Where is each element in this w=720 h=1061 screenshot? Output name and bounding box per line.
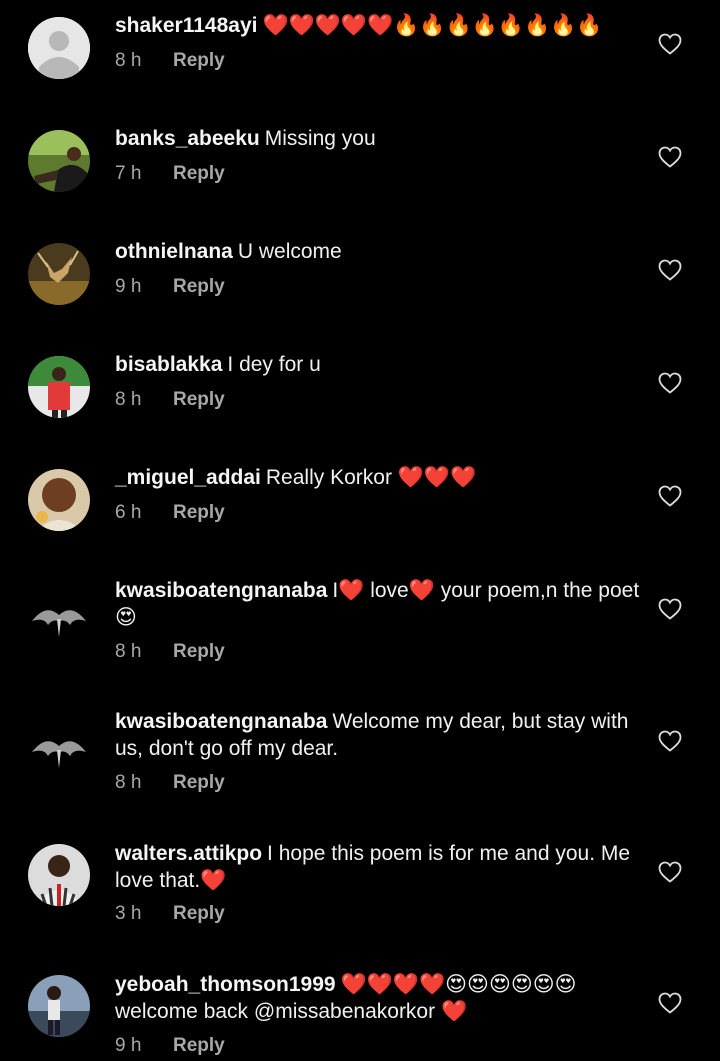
comment-time: 9 h xyxy=(115,1035,142,1056)
avatar[interactable] xyxy=(28,581,90,643)
user-photo-icon xyxy=(28,243,90,305)
comment-meta: 6 h Reply xyxy=(115,501,225,525)
comment-username[interactable]: kwasiboatengnanaba xyxy=(115,579,327,602)
comment-text-block: bisablakka I dey for u xyxy=(115,351,640,378)
comment-username[interactable]: bisablakka xyxy=(115,353,222,376)
avatar[interactable] xyxy=(28,356,90,418)
avatar[interactable] xyxy=(28,844,90,906)
comment-text-block: banks_abeeku Missing you xyxy=(115,125,640,152)
reply-button[interactable]: Reply xyxy=(173,50,225,71)
reply-button[interactable]: Reply xyxy=(173,772,225,793)
comment-username[interactable]: shaker1148ayi xyxy=(115,14,257,37)
comment-username[interactable]: walters.attikpo xyxy=(115,842,262,865)
avatar[interactable] xyxy=(28,712,90,774)
heart-outline-icon xyxy=(658,485,682,507)
default-avatar-icon xyxy=(28,17,90,79)
comment-meta: 8 h Reply xyxy=(115,388,225,412)
comment-time: 9 h xyxy=(115,276,142,297)
comment-text: I dey for u xyxy=(227,353,321,376)
reply-button[interactable]: Reply xyxy=(173,641,225,662)
angel-wings-icon xyxy=(28,581,90,643)
heart-outline-icon xyxy=(658,146,682,168)
like-button[interactable] xyxy=(658,730,684,754)
avatar[interactable] xyxy=(28,17,90,79)
like-button[interactable] xyxy=(658,598,684,622)
comment-username[interactable]: kwasiboatengnanaba xyxy=(115,710,327,733)
comment-time: 3 h xyxy=(115,903,142,924)
comment-time: 8 h xyxy=(115,389,142,410)
comment-text-block: yeboah_thomson1999 ❤️❤️❤️❤️😍😍😍😍😍😍 welcome… xyxy=(115,971,640,1025)
user-photo-icon xyxy=(28,469,90,531)
comment-text: Missing you xyxy=(264,127,376,150)
comment-text-block: othnielnana U welcome xyxy=(115,238,640,265)
avatar[interactable] xyxy=(28,130,90,192)
comment-meta: 8 h Reply xyxy=(115,640,225,664)
heart-outline-icon xyxy=(658,259,682,281)
comment-meta: 3 h Reply xyxy=(115,902,225,926)
like-button[interactable] xyxy=(658,146,684,170)
angel-wings-icon xyxy=(28,712,90,774)
comment-meta: 7 h Reply xyxy=(115,162,225,186)
comment-time: 7 h xyxy=(115,163,142,184)
comment-username[interactable]: banks_abeeku xyxy=(115,127,260,150)
heart-outline-icon xyxy=(658,372,682,394)
heart-outline-icon xyxy=(658,598,682,620)
avatar[interactable] xyxy=(28,469,90,531)
comment-time: 6 h xyxy=(115,502,142,523)
comment-text-block: kwasiboatengnanaba I❤️ love❤️ your poem,n… xyxy=(115,577,640,631)
comment-text-block: walters.attikpo I hope this poem is for m… xyxy=(115,840,640,894)
user-photo-icon xyxy=(28,356,90,418)
like-button[interactable] xyxy=(658,485,684,509)
comment-time: 8 h xyxy=(115,50,142,71)
user-photo-icon xyxy=(28,130,90,192)
heart-outline-icon xyxy=(658,33,682,55)
user-photo-icon xyxy=(28,844,90,906)
comment-text: U welcome xyxy=(237,240,342,263)
comment-text-block: _miguel_addai Really Korkor ❤️❤️❤️ xyxy=(115,464,640,491)
like-button[interactable] xyxy=(658,372,684,396)
reply-button[interactable]: Reply xyxy=(173,1035,225,1056)
like-button[interactable] xyxy=(658,33,684,57)
comment-text-block: kwasiboatengnanaba Welcome my dear, but s… xyxy=(115,708,640,762)
comment-time: 8 h xyxy=(115,641,142,662)
reply-button[interactable]: Reply xyxy=(173,903,225,924)
like-button[interactable] xyxy=(658,861,684,885)
comment-username[interactable]: othnielnana xyxy=(115,240,233,263)
heart-outline-icon xyxy=(658,861,682,883)
like-button[interactable] xyxy=(658,259,684,283)
reply-button[interactable]: Reply xyxy=(173,163,225,184)
reply-button[interactable]: Reply xyxy=(173,276,225,297)
heart-outline-icon xyxy=(658,992,682,1014)
avatar[interactable] xyxy=(28,243,90,305)
heart-outline-icon xyxy=(658,730,682,752)
comment-username[interactable]: yeboah_thomson1999 xyxy=(115,973,336,996)
comment-username[interactable]: _miguel_addai xyxy=(115,466,261,489)
comment-meta: 9 h Reply xyxy=(115,275,225,299)
avatar[interactable] xyxy=(28,975,90,1037)
like-button[interactable] xyxy=(658,992,684,1016)
comment-meta: 8 h Reply xyxy=(115,771,225,795)
comment-meta: 9 h Reply xyxy=(115,1034,225,1058)
reply-button[interactable]: Reply xyxy=(173,389,225,410)
comment-text-block: shaker1148ayi ❤️❤️❤️❤️❤️🔥🔥🔥🔥🔥🔥🔥🔥 xyxy=(115,12,640,39)
reply-button[interactable]: Reply xyxy=(173,502,225,523)
user-photo-icon xyxy=(28,975,90,1037)
comment-time: 8 h xyxy=(115,772,142,793)
comment-meta: 8 h Reply xyxy=(115,49,225,73)
comment-text: Really Korkor ❤️❤️❤️ xyxy=(265,466,477,489)
comment-text: ❤️❤️❤️❤️❤️🔥🔥🔥🔥🔥🔥🔥🔥 xyxy=(262,14,603,37)
